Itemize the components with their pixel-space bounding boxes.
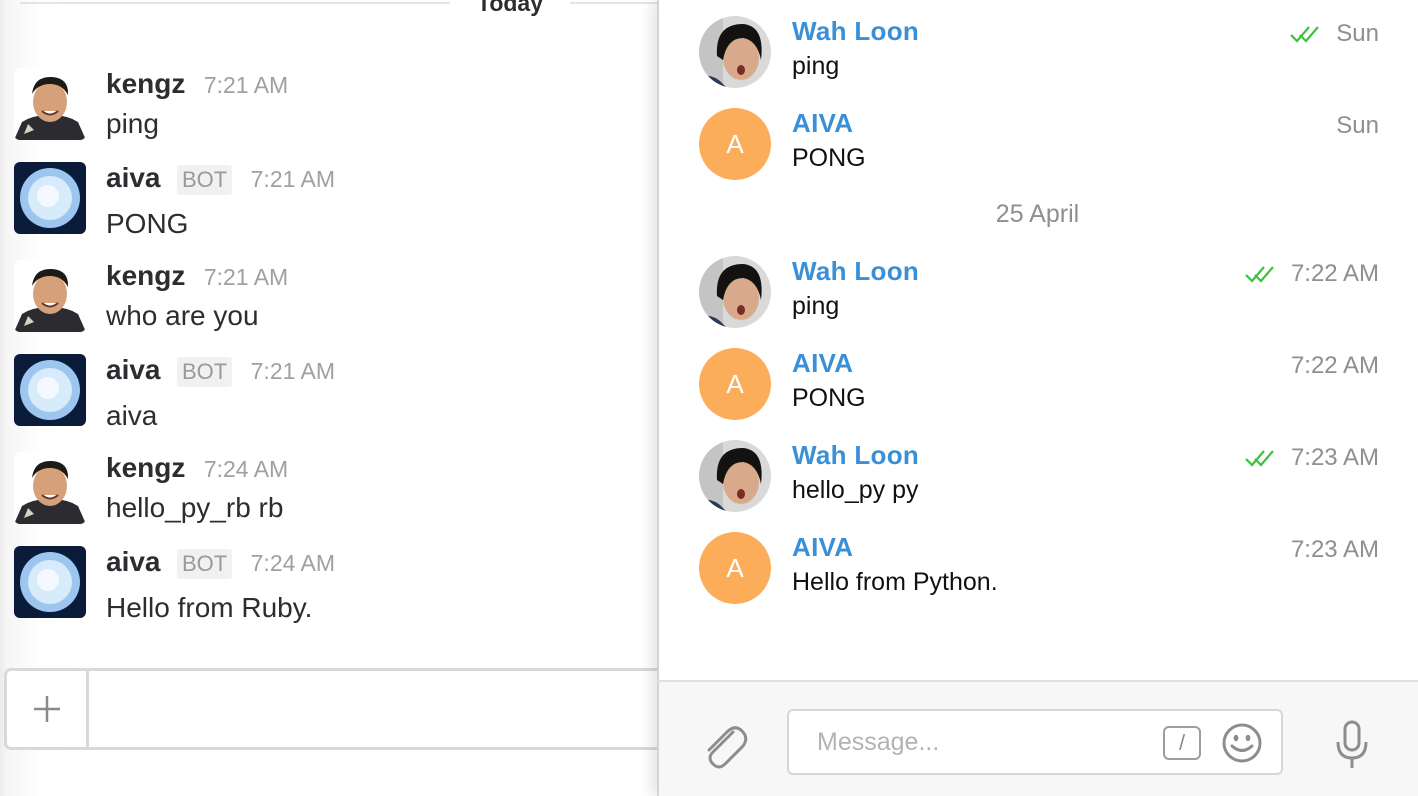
message-text: Hello from Ruby. [106,592,313,623]
bot-badge: BOT [176,357,233,387]
message-meta: 7:22 AM [1245,260,1379,288]
message-text: PONG [106,208,189,239]
contact-avatar-aiva[interactable]: A [699,108,771,180]
sender-name[interactable]: AIVA [792,108,853,139]
paperclip-icon [707,726,748,769]
chat-message: Wah Loon hello_py py 7:23 AM [699,440,1379,514]
sender-name[interactable]: Wah Loon [792,440,919,471]
add-attachment-button[interactable] [7,671,89,747]
message-timestamp: 7:22 AM [1290,352,1379,379]
user-avatar-kengz[interactable] [14,68,86,140]
attach-file-button[interactable] [699,720,749,772]
sender-name[interactable]: kengz [106,68,185,99]
message-text: ping [106,108,159,139]
sender-name[interactable]: Wah Loon [792,256,919,287]
message-timestamp[interactable]: 7:21 AM [204,264,288,290]
message-text: aiva [106,400,158,431]
sender-name[interactable]: kengz [106,260,185,291]
chat-message: A AIVA PONG Sun [699,108,1379,182]
date-separator: 25 April [995,200,1080,228]
sender-name[interactable]: aiva [106,546,161,577]
message-meta: Sun [1290,20,1379,48]
message-meta: 7:23 AM [1291,536,1379,564]
contact-avatar-aiva[interactable]: A [699,348,771,420]
sender-name[interactable]: AIVA [792,348,853,379]
slash-command-icon: / [1178,730,1186,755]
message-text: PONG [792,144,866,172]
message-meta: Sun [1336,112,1379,140]
chat-conversation-pane: Wah Loon ping Sun A AIVA PONG Sun Wah Lo… [657,0,1418,796]
message-text: hello_py py [792,476,919,504]
message-timestamp: 7:23 AM [1290,536,1379,563]
day-divider-label: Today [450,0,570,15]
avatar-initial: A [726,128,744,159]
message-header: kengz 7:21 AM [106,68,288,100]
emoji-icon [1222,723,1262,763]
bot-avatar-aiva[interactable] [14,354,86,426]
chat-message: Wah Loon ping Sun [699,16,1379,90]
message-header: kengz 7:21 AM [106,260,288,292]
message-input[interactable] [787,709,1283,775]
message-text: hello_py_rb rb [106,492,284,523]
slash-command-button[interactable]: / [1163,726,1201,760]
sender-name[interactable]: aiva [106,354,161,385]
message-text: ping [792,292,840,320]
voice-record-button[interactable] [1335,720,1369,770]
double-check-read-icon [1245,450,1274,467]
message-timestamp[interactable]: 7:21 AM [251,166,335,192]
message-text: PONG [792,384,866,412]
message-meta: 7:23 AM [1245,444,1379,472]
message-timestamp[interactable]: 7:21 AM [204,72,288,98]
message-text: Hello from Python. [792,568,998,596]
message-timestamp[interactable]: 7:24 AM [251,550,335,576]
sender-name[interactable]: Wah Loon [792,16,919,47]
message-header: aiva BOT 7:21 AM [106,354,335,387]
avatar-initial: A [726,368,744,399]
contact-avatar-wah-loon[interactable] [699,256,771,328]
contact-avatar-wah-loon[interactable] [699,440,771,512]
message-header: kengz 7:24 AM [106,452,288,484]
user-avatar-kengz[interactable] [14,260,86,332]
chat-message: Wah Loon ping 7:22 AM [699,256,1379,330]
message-timestamp[interactable]: 7:21 AM [251,358,335,384]
chat-message: A AIVA Hello from Python. 7:23 AM [699,532,1379,606]
message-timestamp: Sun [1336,112,1379,139]
contact-avatar-aiva[interactable]: A [699,532,771,604]
message-timestamp: 7:23 AM [1290,444,1379,471]
double-check-read-icon [1290,26,1320,43]
message-header: aiva BOT 7:24 AM [106,546,335,579]
message-header: aiva BOT 7:21 AM [106,162,335,195]
sender-name[interactable]: aiva [106,162,161,193]
message-meta: 7:22 AM [1291,352,1379,380]
message-text: who are you [106,300,259,331]
slack-message-composer[interactable] [4,668,660,750]
bot-avatar-aiva[interactable] [14,162,86,234]
bot-badge: BOT [176,549,233,579]
microphone-icon [1336,720,1368,768]
message-timestamp[interactable]: 7:24 AM [204,456,288,482]
sender-name[interactable]: AIVA [792,532,853,563]
slack-channel-pane: Today kengz 7:21 AM ping aiva BOT 7:21 A… [0,0,660,796]
message-text: ping [792,52,840,80]
contact-avatar-wah-loon[interactable] [699,16,771,88]
bot-badge: BOT [176,165,233,195]
emoji-button[interactable] [1221,722,1263,764]
sender-name[interactable]: kengz [106,452,185,483]
message-timestamp: Sun [1336,20,1379,47]
chat-message: A AIVA PONG 7:22 AM [699,348,1379,422]
double-check-read-icon [1245,266,1274,283]
avatar-initial: A [726,552,744,583]
message-timestamp: 7:22 AM [1290,260,1379,287]
plus-icon [33,696,60,722]
user-avatar-kengz[interactable] [14,452,86,524]
bot-avatar-aiva[interactable] [14,546,86,618]
chat-composer-bar: / [657,680,1418,796]
